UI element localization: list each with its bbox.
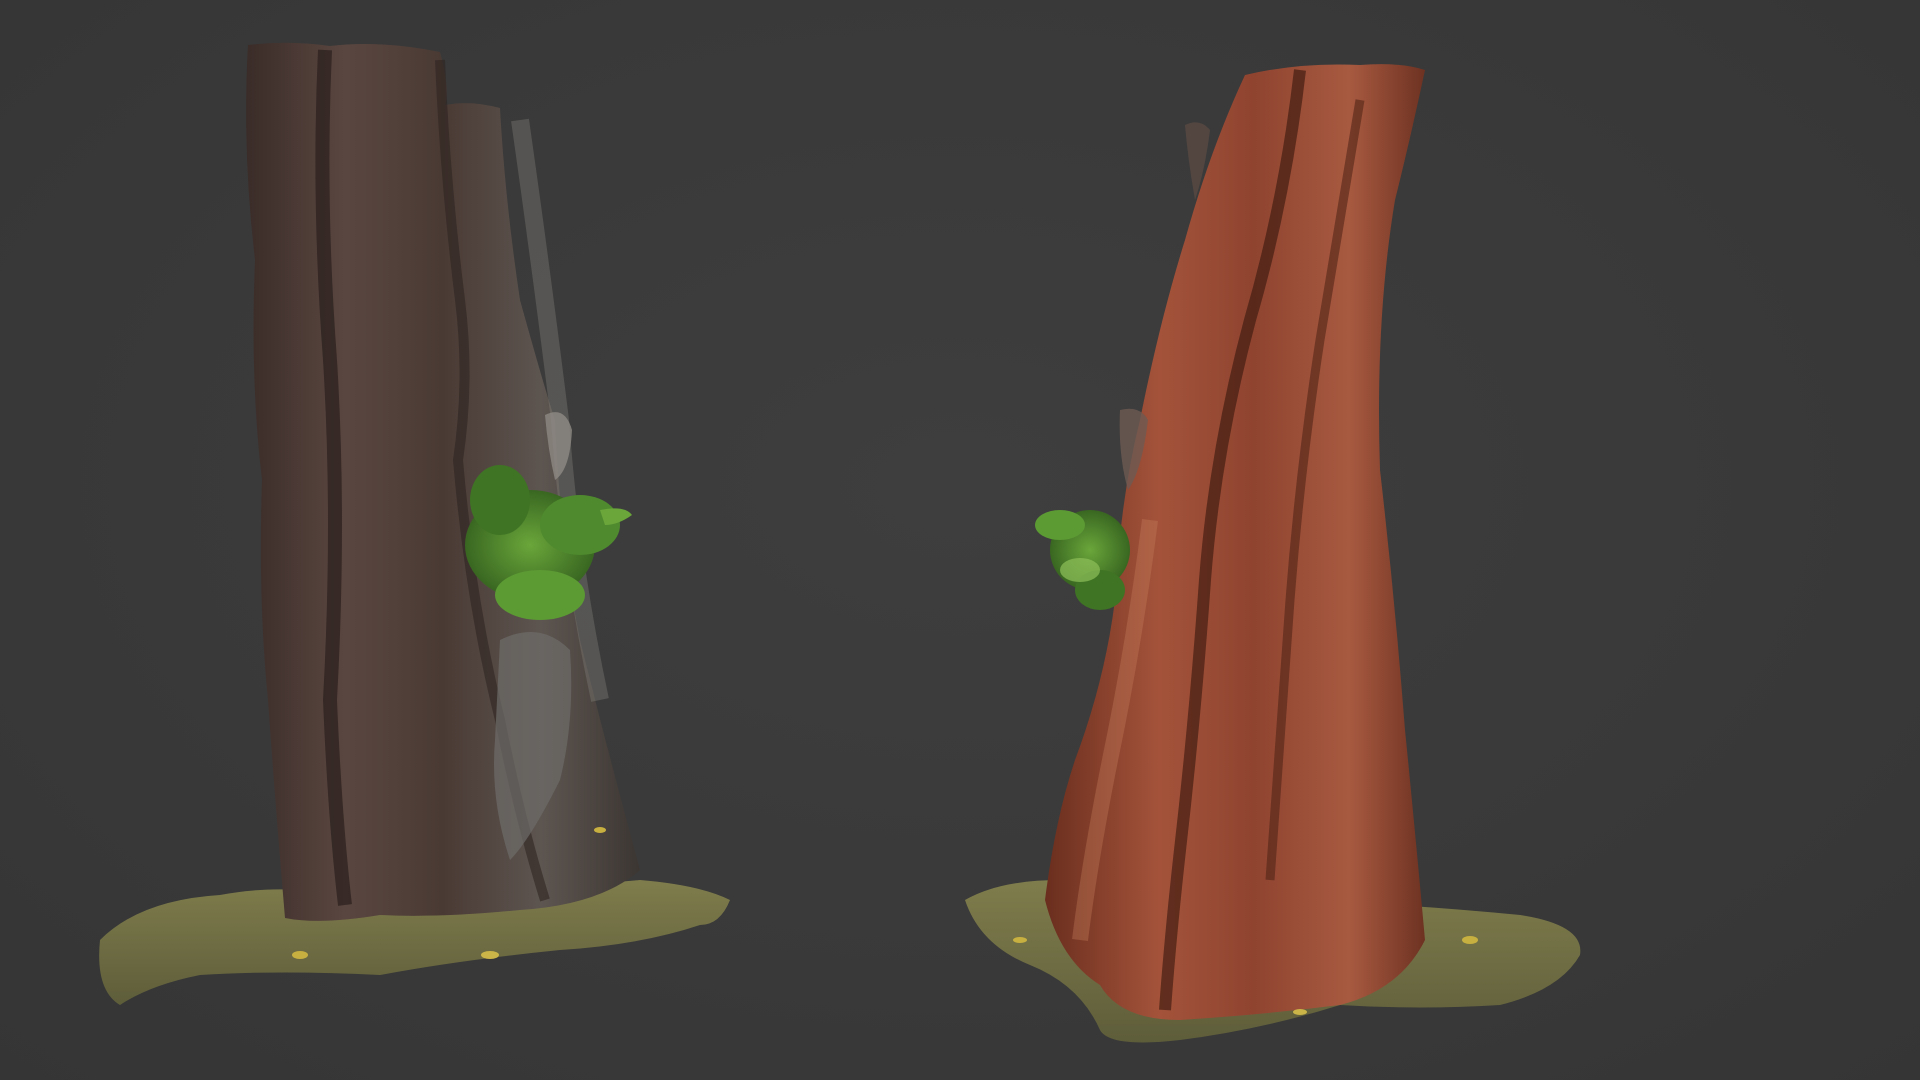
- left-stump[interactable]: [99, 42, 730, 1005]
- right-stump[interactable]: [965, 64, 1581, 1043]
- right-stump-foliage: [1035, 510, 1130, 610]
- scene-render: [99, 42, 1581, 1043]
- 3d-viewport[interactable]: [0, 0, 1920, 1080]
